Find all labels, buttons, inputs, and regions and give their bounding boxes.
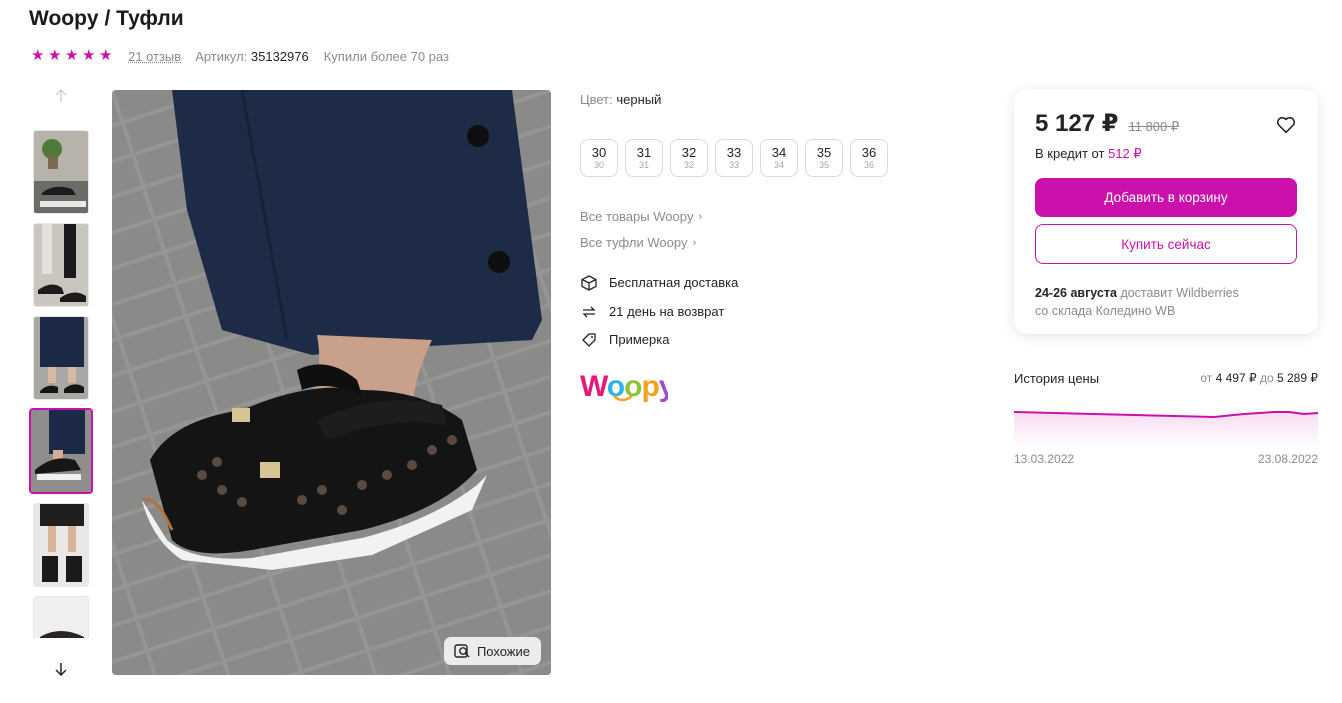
delivery-by: доставит Wildberries [1120, 286, 1239, 300]
current-price: 5 127 ₽ [1035, 110, 1119, 137]
feature-label: Бесплатная доставка [609, 275, 739, 290]
size-ru: 33 [728, 159, 739, 170]
range-to-label: до [1259, 371, 1274, 385]
range-to-value: 5 289 ₽ [1277, 371, 1318, 385]
range-from-label: от [1200, 371, 1213, 385]
product-meta: ★ ★ ★ ★ ★ 21 отзыв Артикул: 35132976 Куп… [31, 47, 449, 65]
size-option[interactable]: 36 36 [850, 139, 888, 177]
size-ru: 36 [863, 159, 874, 170]
thumbnail-active[interactable] [29, 408, 93, 494]
credit-info: В кредит от 512 ₽ [1035, 146, 1142, 162]
star-icon: ★ [82, 47, 96, 64]
main-product-photo[interactable]: Похожие [112, 90, 551, 675]
color-label: Цвет: [580, 92, 613, 107]
bought-count: Купили более 70 раз [323, 48, 449, 64]
buy-now-button[interactable]: Купить сейчас [1035, 224, 1297, 264]
price-block: 5 127 ₽ 11 800 ₽ [1035, 109, 1179, 138]
size-number: 36 [861, 144, 877, 160]
size-option[interactable]: 30 30 [580, 139, 618, 177]
price-history-chart[interactable] [1013, 400, 1319, 448]
size-option[interactable]: 35 35 [805, 139, 843, 177]
product-title: Woopy / Туфли [29, 7, 184, 30]
old-price: 11 800 ₽ [1128, 119, 1180, 134]
feature-free-delivery: Бесплатная доставка [580, 274, 738, 291]
star-icon: ★ [99, 47, 113, 64]
similar-label: Похожие [476, 643, 530, 659]
size-number: 30 [591, 144, 607, 160]
add-to-cart-button[interactable]: Добавить в корзину [1035, 178, 1297, 217]
price-history-title: История цены [1014, 371, 1100, 386]
size-option[interactable]: 33 33 [715, 139, 753, 177]
all-brand-goods-link[interactable]: Все товары Woopy › [580, 209, 702, 224]
credit-amount[interactable]: 512 ₽ [1108, 146, 1142, 161]
size-number: 32 [681, 144, 697, 160]
size-ru: 34 [773, 159, 784, 170]
article-number: Артикул: 35132976 [195, 49, 309, 64]
delivery-info: 24-26 августа доставит Wildberries со ск… [1035, 284, 1239, 320]
star-icon: ★ [48, 47, 62, 64]
color-value: черный [616, 92, 662, 107]
size-ru: 31 [638, 159, 649, 170]
size-option[interactable]: 34 34 [760, 139, 798, 177]
feature-label: Примерка [609, 332, 670, 347]
chevron-right-icon: › [698, 210, 703, 223]
all-brand-shoes-link[interactable]: Все туфли Woopy › [580, 235, 696, 250]
star-icon: ★ [65, 47, 79, 64]
thumbnail[interactable] [33, 130, 89, 214]
size-number: 34 [771, 144, 787, 160]
thumbnail[interactable] [33, 596, 89, 638]
price-card: 5 127 ₽ 11 800 ₽ В кредит от 512 ₽ Добав… [1014, 89, 1318, 334]
article-label: Артикул: [195, 48, 248, 64]
size-ru: 32 [683, 159, 694, 170]
feature-return: 21 день на возврат [580, 303, 724, 320]
delivery-from[interactable]: со склада Коледино WB [1035, 304, 1175, 318]
box-icon [580, 274, 597, 291]
size-number: 31 [636, 144, 652, 160]
svg-text:Woopy: Woopy [580, 370, 668, 403]
thumbnail-list [29, 128, 93, 638]
size-ru: 30 [593, 159, 604, 170]
link-label: Все товары Woopy [580, 209, 694, 224]
size-option[interactable]: 31 31 [625, 139, 663, 177]
price-history-range: от 4 497 ₽ до 5 289 ₽ [1200, 371, 1318, 385]
arrow-down-icon[interactable] [50, 658, 72, 680]
thumbnail[interactable] [33, 503, 89, 587]
thumbnail[interactable] [33, 223, 89, 307]
reviews-link[interactable]: 21 отзыв [128, 49, 181, 64]
article-value: 35132976 [250, 48, 309, 64]
brand-logo[interactable]: Woopy [580, 368, 677, 408]
size-number: 35 [816, 144, 832, 160]
feature-label: 21 день на возврат [609, 304, 725, 319]
thumbnail[interactable] [33, 316, 89, 400]
heart-icon[interactable] [1275, 114, 1297, 136]
color-info: Цвет: черный [580, 92, 661, 107]
size-option[interactable]: 32 32 [670, 139, 708, 177]
range-from-value: 4 497 ₽ [1215, 371, 1257, 385]
price-history-start-date: 13.03.2022 [1014, 452, 1075, 466]
similar-search-icon [454, 644, 470, 658]
tag-icon [580, 331, 597, 348]
star-icon: ★ [31, 47, 45, 64]
size-ru: 35 [818, 159, 829, 170]
price-history-end-date: 23.08.2022 [1257, 452, 1318, 466]
size-selector: 30 30 31 31 32 32 33 33 34 34 35 35 36 3… [580, 139, 888, 177]
rating-stars[interactable]: ★ ★ ★ ★ ★ [31, 47, 113, 64]
arrow-up-icon[interactable] [50, 85, 72, 107]
chevron-right-icon: › [692, 236, 697, 249]
link-label: Все туфли Woopy [580, 235, 688, 250]
credit-label: В кредит от [1035, 146, 1105, 161]
delivery-dates: 24-26 августа [1035, 286, 1117, 300]
size-number: 33 [726, 144, 742, 160]
return-icon [580, 303, 597, 320]
similar-button[interactable]: Похожие [443, 637, 541, 665]
feature-fitting: Примерка [580, 331, 669, 348]
